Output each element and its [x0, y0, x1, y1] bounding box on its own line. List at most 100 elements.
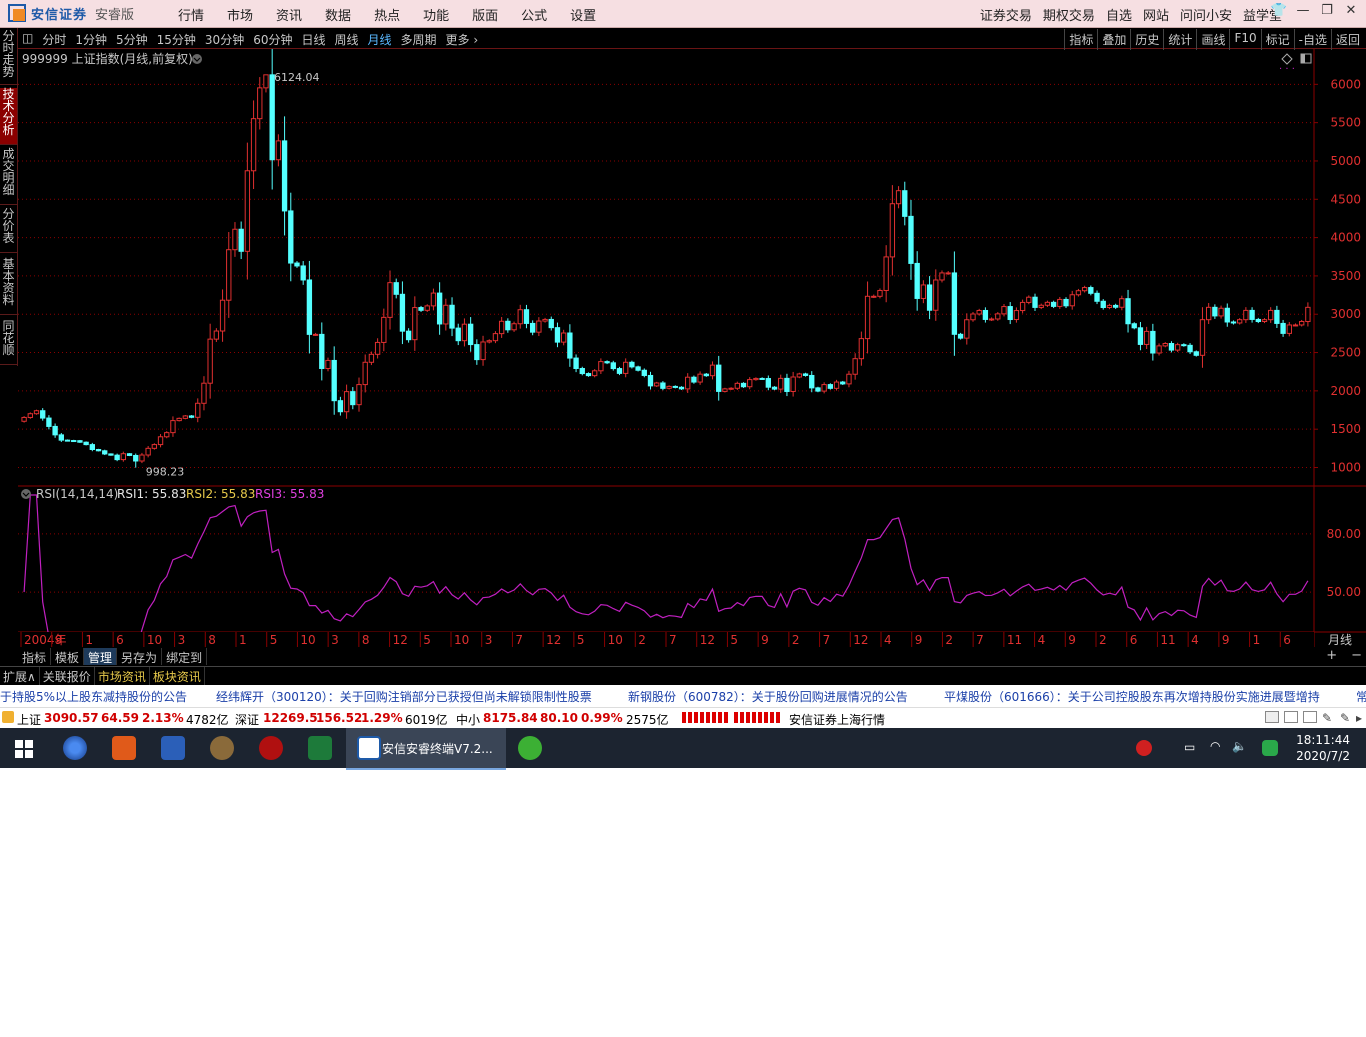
status-tool-icon[interactable]: [1265, 711, 1279, 723]
menu-item-securities-trade[interactable]: 证券交易: [980, 5, 1032, 24]
excel-icon[interactable]: [308, 736, 332, 760]
period-more[interactable]: 更多 ›: [446, 31, 479, 48]
news-item[interactable]: 新钢股份（600782）：关于股份回购进展情况的公告: [628, 688, 908, 705]
panel-toggle-icon[interactable]: [1300, 53, 1312, 64]
minimize-icon[interactable]: —: [1294, 3, 1312, 18]
menu-item-quotes[interactable]: 行情: [178, 5, 204, 24]
anxin-app-icon[interactable]: [357, 736, 381, 760]
tab-save-as[interactable]: 另存为: [117, 648, 163, 665]
news-item[interactable]: 经纬辉开（300120）：关于回购注销部分已获授但尚未解锁限制性股票: [216, 688, 592, 705]
paint-icon[interactable]: [210, 736, 234, 760]
tab-tonghuashun[interactable]: 同花顺: [0, 320, 17, 365]
windows-start-icon[interactable]: [15, 740, 33, 761]
news-item[interactable]: 于持股5%以上股东减持股份的公告: [0, 688, 187, 705]
rsi-collapse-icon[interactable]: [21, 489, 31, 499]
active-window-title[interactable]: 安信安睿终端V7.2...: [382, 740, 493, 757]
tab-template[interactable]: 模板: [51, 648, 85, 665]
news-item[interactable]: 常: [1356, 688, 1366, 705]
kline-chart[interactable]: 1000 1500 2000 2500 3000 3500 4000 4500 5000 5500…: [18, 49, 1366, 647]
pin-icon[interactable]: ✎: [1322, 711, 1332, 725]
expand-icon[interactable]: ▸: [1356, 711, 1362, 725]
tool-overlay[interactable]: 叠加: [1097, 29, 1130, 50]
menu-item-watchlist[interactable]: 自选: [1106, 5, 1132, 24]
bank-app-icon[interactable]: [259, 736, 283, 760]
news-item[interactable]: 平煤股份（601666）：关于公司控股股东再次增持股份实施进展暨增持: [944, 688, 1320, 705]
candle: [598, 358, 604, 375]
tab-related-quotes[interactable]: 关联报价: [40, 667, 95, 685]
zoom-out-button[interactable]: −: [1351, 648, 1362, 663]
status-menu-icon[interactable]: [2, 711, 14, 723]
menu-item-market[interactable]: 市场: [227, 5, 253, 24]
candle-body: [1174, 344, 1181, 351]
menu-item-website[interactable]: 网站: [1143, 5, 1169, 24]
shirt-icon[interactable]: 👕: [1270, 3, 1288, 18]
period-5min[interactable]: 5分钟: [116, 31, 148, 48]
more-dots-icon[interactable]: · · ·: [1279, 64, 1295, 75]
period-1min[interactable]: 1分钟: [75, 31, 107, 48]
browser-icon[interactable]: [63, 736, 87, 760]
tool-indicator[interactable]: 指标: [1064, 29, 1097, 50]
close-icon[interactable]: ✕: [1342, 3, 1360, 18]
tab-price-table[interactable]: 分价表: [0, 208, 17, 253]
tab-bind-to[interactable]: 绑定到: [162, 648, 208, 665]
tab-intraday[interactable]: 分时走势: [0, 30, 17, 85]
input-method-icon[interactable]: [1262, 740, 1278, 756]
zoom-in-button[interactable]: +: [1326, 648, 1337, 663]
period-60min[interactable]: 60分钟: [253, 31, 292, 48]
sz-index-name[interactable]: 深证: [235, 711, 259, 728]
tool-statistics[interactable]: 统计: [1163, 29, 1196, 50]
wechat-icon[interactable]: [518, 736, 542, 760]
battery-icon[interactable]: ▭: [1184, 740, 1195, 754]
pin-icon[interactable]: ✎: [1340, 711, 1350, 725]
tool-back[interactable]: 返回: [1330, 29, 1364, 50]
menu-item-settings[interactable]: 设置: [570, 5, 596, 24]
menu-item-layout[interactable]: 版面: [472, 5, 498, 24]
tab-trade-details[interactable]: 成交明细: [0, 148, 17, 205]
tool-history[interactable]: 历史: [1130, 29, 1163, 50]
tool-f10[interactable]: F10: [1229, 29, 1260, 50]
candle-body: [1019, 301, 1026, 312]
candle-body: [1075, 290, 1082, 296]
period-30min[interactable]: 30分钟: [205, 31, 244, 48]
word-icon[interactable]: [161, 736, 185, 760]
tab-basic-info[interactable]: 基本资料: [0, 258, 17, 315]
candle-body: [1063, 298, 1069, 307]
tool-mark[interactable]: 标记: [1260, 29, 1294, 50]
period-intraday[interactable]: 分时: [42, 31, 66, 48]
tab-indicator[interactable]: 指标: [18, 648, 52, 665]
layout-toggle-icon[interactable]: ◫: [22, 31, 33, 48]
wifi-icon[interactable]: ◠: [1210, 739, 1220, 753]
tray-app-icon[interactable]: [1136, 740, 1152, 756]
tool-remove-watchlist[interactable]: -自选: [1293, 29, 1331, 50]
menu-item-hot[interactable]: 热点: [374, 5, 400, 24]
volume-icon[interactable]: 🔈: [1232, 739, 1247, 753]
menu-item-functions[interactable]: 功能: [423, 5, 449, 24]
status-tool-icon[interactable]: [1303, 711, 1317, 723]
menu-item-options-trade[interactable]: 期权交易: [1043, 5, 1095, 24]
restore-icon[interactable]: ❐: [1318, 3, 1336, 18]
tab-manage[interactable]: 管理: [84, 648, 118, 665]
period-weekly[interactable]: 周线: [335, 31, 359, 48]
menu-item-ask-xiaoan[interactable]: 问问小安: [1180, 5, 1232, 24]
menu-item-formula[interactable]: 公式: [521, 5, 547, 24]
tab-technical-analysis[interactable]: 技术分析: [0, 88, 17, 145]
status-tool-icon[interactable]: [1284, 711, 1298, 723]
tab-sector-news[interactable]: 板块资讯: [150, 667, 205, 685]
zx-index-name[interactable]: 中小: [456, 711, 480, 728]
tab-expand[interactable]: 扩展∧: [0, 667, 40, 685]
title-dropdown-icon[interactable]: [192, 54, 202, 64]
candle: [1088, 285, 1094, 296]
system-clock[interactable]: 18:11:44 2020/7/2: [1296, 732, 1350, 764]
office-icon[interactable]: [112, 736, 136, 760]
diamond-icon[interactable]: [1281, 53, 1293, 65]
period-15min[interactable]: 15分钟: [157, 31, 196, 48]
menu-item-data[interactable]: 数据: [325, 5, 351, 24]
period-multi[interactable]: 多周期: [401, 31, 437, 48]
candle-body: [883, 256, 889, 291]
tool-draw-line[interactable]: 画线: [1196, 29, 1229, 50]
menu-item-news[interactable]: 资讯: [276, 5, 302, 24]
period-monthly[interactable]: 月线: [368, 31, 392, 48]
tab-market-news[interactable]: 市场资讯: [95, 667, 150, 685]
sh-index-name[interactable]: 上证: [17, 711, 41, 728]
period-daily[interactable]: 日线: [301, 31, 325, 48]
